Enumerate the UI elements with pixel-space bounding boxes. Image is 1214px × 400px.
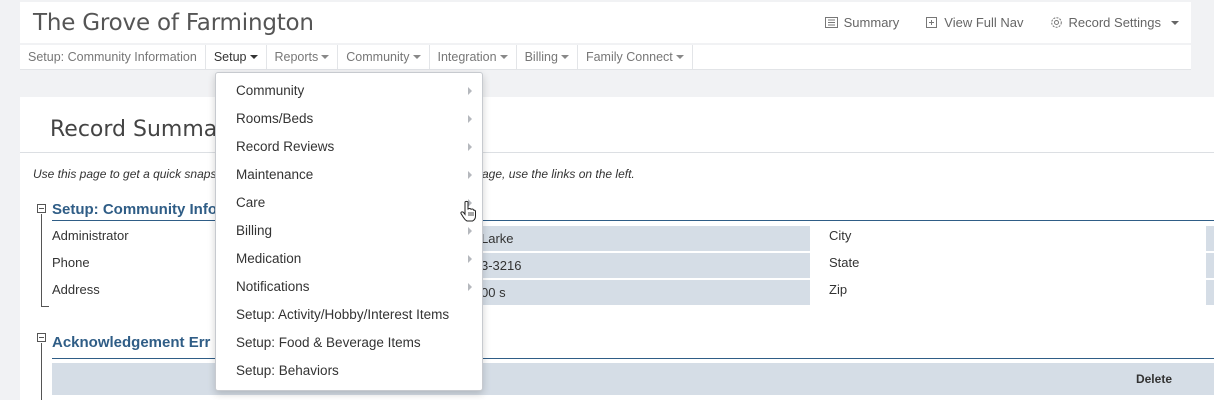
menu-item-billing[interactable]: Billing bbox=[216, 217, 482, 245]
chevron-down-icon bbox=[249, 55, 258, 59]
chevron-right-icon bbox=[468, 255, 472, 263]
record-settings-label: Record Settings bbox=[1068, 15, 1162, 30]
field-value-zip bbox=[1206, 280, 1214, 305]
menu-item-medication[interactable]: Medication bbox=[216, 245, 482, 273]
main-content: Record Summary Use this page to get a qu… bbox=[20, 97, 1214, 400]
nav-item-community[interactable]: Community bbox=[338, 45, 430, 69]
field-label-phone: Phone bbox=[52, 255, 90, 270]
menu-item-community[interactable]: Community bbox=[216, 77, 482, 105]
field-label-state: State bbox=[829, 255, 860, 270]
chevron-down-icon bbox=[321, 55, 330, 59]
field-label-address: Address bbox=[52, 282, 100, 297]
view-full-nav-label: View Full Nav bbox=[944, 15, 1024, 30]
summary-button[interactable]: Summary bbox=[824, 15, 900, 30]
field-value-state bbox=[1206, 253, 1214, 278]
section-bracket bbox=[41, 343, 42, 400]
section-title-community-info[interactable]: Setup: Community Info bbox=[52, 201, 217, 218]
field-label-zip: Zip bbox=[829, 282, 848, 297]
header-actions: Summary View Full Nav Record Settings bbox=[824, 15, 1179, 30]
menu-item-rooms-beds[interactable]: Rooms/Beds bbox=[216, 105, 482, 133]
chevron-down-icon bbox=[499, 55, 508, 59]
nav-item-billing[interactable]: Billing bbox=[517, 45, 578, 69]
nav-item-setup[interactable]: Setup bbox=[206, 45, 267, 69]
menu-item-food-beverage[interactable]: Setup: Food & Beverage Items bbox=[216, 329, 482, 357]
chevron-down-icon bbox=[412, 55, 421, 59]
menu-item-activity-hobby-interest[interactable]: Setup: Activity/Hobby/Interest Items bbox=[216, 301, 482, 329]
chevron-down-icon bbox=[560, 55, 569, 59]
app-header: The Grove of Farmington Summary View Ful… bbox=[20, 2, 1191, 43]
intro-text: Use this page to get a quick snapsh bbox=[33, 167, 224, 181]
chevron-right-icon bbox=[468, 115, 472, 123]
gear-icon bbox=[1050, 17, 1062, 28]
field-value-city bbox=[1206, 226, 1214, 251]
menu-item-notifications[interactable]: Notifications bbox=[216, 273, 482, 301]
nav-item-reports[interactable]: Reports bbox=[267, 45, 339, 69]
title-divider bbox=[20, 152, 1214, 153]
hand-cursor-icon bbox=[460, 200, 476, 222]
summary-label: Summary bbox=[843, 15, 900, 30]
field-value-administrator: Larke bbox=[478, 226, 810, 251]
collapse-toggle-icon[interactable] bbox=[37, 204, 46, 213]
record-settings-button[interactable]: Record Settings bbox=[1050, 15, 1179, 30]
chevron-right-icon bbox=[468, 143, 472, 151]
nav-item-community-information[interactable]: Setup: Community Information bbox=[20, 45, 206, 69]
chevron-right-icon bbox=[468, 227, 472, 235]
setup-dropdown-menu: Community Rooms/Beds Record Reviews Main… bbox=[215, 72, 483, 391]
menu-item-behaviors[interactable]: Setup: Behaviors bbox=[216, 357, 482, 385]
section-bracket-foot bbox=[41, 306, 49, 307]
nav-item-integration[interactable]: Integration bbox=[430, 45, 517, 69]
column-header-delete[interactable]: Delete bbox=[1136, 372, 1172, 386]
view-full-nav-button[interactable]: View Full Nav bbox=[925, 15, 1024, 30]
list-icon bbox=[824, 17, 838, 28]
chevron-right-icon bbox=[468, 171, 472, 179]
intro-text-end: age, use the links on the left. bbox=[482, 167, 635, 181]
chevron-down-icon bbox=[1171, 20, 1179, 25]
plus-square-icon bbox=[926, 17, 938, 28]
main-nav: Setup: Community Information Setup Repor… bbox=[20, 45, 1191, 70]
menu-item-maintenance[interactable]: Maintenance bbox=[216, 161, 482, 189]
field-label-city: City bbox=[829, 228, 852, 243]
chevron-down-icon bbox=[675, 55, 684, 59]
menu-item-care[interactable]: Care bbox=[216, 189, 482, 217]
field-value-phone: 3-3216 bbox=[478, 253, 810, 278]
site-title[interactable]: The Grove of Farmington bbox=[33, 10, 314, 36]
section-bracket bbox=[41, 214, 42, 306]
nav-item-family-connect[interactable]: Family Connect bbox=[578, 45, 693, 69]
menu-item-record-reviews[interactable]: Record Reviews bbox=[216, 133, 482, 161]
chevron-right-icon bbox=[468, 283, 472, 291]
page-title: Record Summary bbox=[50, 117, 240, 142]
collapse-toggle-icon[interactable] bbox=[37, 333, 46, 342]
field-label-administrator: Administrator bbox=[52, 228, 129, 243]
field-value-address: 00 s bbox=[478, 280, 810, 305]
chevron-right-icon bbox=[468, 87, 472, 95]
section-title-ack-errors[interactable]: Acknowledgement Err bbox=[52, 334, 210, 351]
